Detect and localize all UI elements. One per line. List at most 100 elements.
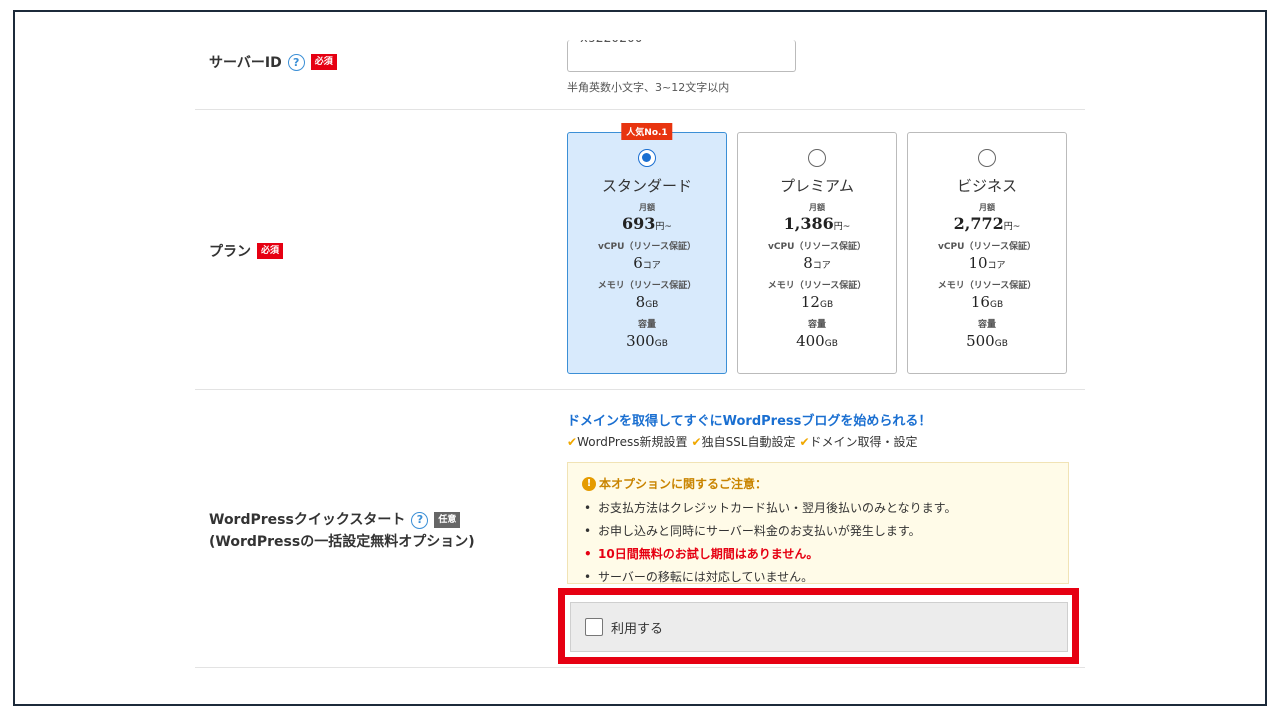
notice-title-row: ! 本オプションに関するご注意：	[582, 475, 1054, 492]
vcpu-value: 6コア	[568, 254, 726, 272]
vcpu-label: vCPU（リソース保証）	[598, 242, 696, 252]
vcpu-unit: コア	[642, 261, 661, 271]
plan-name: スタンダード	[601, 177, 692, 195]
memory-unit: GB	[819, 300, 834, 310]
storage-value: 300GB	[568, 332, 726, 350]
plan-price: 1,386円~	[738, 214, 896, 233]
monthly-label: 月額	[809, 203, 825, 212]
help-icon[interactable]: ?	[287, 53, 305, 71]
use-label[interactable]: 利用する	[611, 618, 663, 637]
row-divider	[195, 667, 1085, 668]
memory-label: メモリ（リソース保証）	[767, 281, 867, 291]
vcpu-value: 8コア	[738, 254, 896, 272]
wp-features: ✔WordPress新規設置 ✔独自SSL自動設定 ✔ドメイン取得・設定	[567, 433, 918, 450]
storage-number: 500	[966, 332, 995, 350]
option-notice: ! 本オプションに関するご注意： お支払方法はクレジットカード払い・翌月後払いの…	[567, 462, 1069, 589]
monthly-label: 月額	[979, 203, 995, 212]
warning-icon: !	[582, 476, 596, 491]
check-icon: ✔	[567, 435, 578, 449]
wp-quickstart-label-group: WordPressクイックスタート ? 任意 (WordPressの一括設定無料…	[209, 509, 475, 553]
storage-value: 400GB	[738, 332, 896, 350]
feature-item: ✔ドメイン取得・設定	[799, 433, 917, 450]
memory-value: 8GB	[568, 293, 726, 311]
price-unit: 円~	[1003, 222, 1021, 232]
server-id-hint: 半角英数小文字、3~12文字以内	[567, 81, 730, 94]
page-frame: サーバーID ? 必須 xs220200 半角英数小文字、3~12文字以内 プラ…	[13, 10, 1267, 706]
storage-number: 300	[626, 332, 655, 350]
plan-price: 693円~	[568, 214, 726, 233]
feature-item: ✔WordPress新規設置	[567, 433, 688, 450]
storage-unit: GB	[994, 339, 1008, 349]
notice-title: 本オプションに関するご注意：	[599, 477, 768, 491]
memory-number: 12	[800, 293, 820, 311]
notice-item: お支払方法はクレジットカード払い・翌月後払いのみとなります。	[582, 497, 1054, 520]
wp-quickstart-label: WordPressクイックスタート	[209, 512, 406, 528]
notice-item: お申し込みと同時にサーバー料金のお支払いが発生します。	[582, 520, 1054, 543]
storage-number: 400	[796, 332, 825, 350]
feature-label: 独自SSL自動設定	[701, 435, 796, 449]
storage-label: 容量	[637, 320, 656, 330]
memory-number: 8	[635, 293, 646, 311]
use-checkbox[interactable]	[585, 618, 603, 636]
row-divider	[195, 109, 1085, 110]
feature-item: ✔独自SSL自動設定	[692, 433, 796, 450]
memory-value: 16GB	[908, 293, 1066, 311]
vcpu-number: 6	[633, 254, 643, 272]
vcpu-number: 10	[968, 254, 988, 272]
server-id-label: サーバーID	[209, 55, 282, 71]
price-value: 1,386	[783, 214, 834, 233]
server-id-label-group: サーバーID ? 必須	[209, 52, 337, 72]
vcpu-unit: コア	[812, 261, 831, 271]
plan-card-standard[interactable]: 人気No.1 スタンダード 月額 693円~ vCPU（リソース保証） 6コア …	[567, 123, 727, 374]
memory-label: メモリ（リソース保証）	[597, 281, 697, 291]
server-id-input[interactable]: xs220200	[567, 40, 796, 72]
feature-label: WordPress新規設置	[577, 435, 688, 449]
required-badge: 必須	[257, 243, 284, 259]
use-option-checkbox-row[interactable]: 利用する	[570, 602, 1068, 652]
popular-tag: 人気No.1	[621, 123, 673, 140]
help-icon[interactable]: ?	[411, 511, 429, 529]
price-unit: 円~	[655, 222, 672, 232]
check-icon: ✔	[799, 435, 810, 449]
plan-radio-premium[interactable]	[808, 149, 826, 167]
feature-label: ドメイン取得・設定	[809, 435, 918, 449]
plan-radio-standard[interactable]	[638, 149, 656, 167]
memory-unit: GB	[989, 300, 1004, 310]
plan-label: プラン	[209, 244, 251, 260]
notice-item-warning: 10日間無料のお試し期間はありません。	[582, 543, 1054, 566]
notice-list: お支払方法はクレジットカード払い・翌月後払いのみとなります。 お申し込みと同時に…	[582, 497, 1054, 589]
row-divider	[195, 389, 1085, 390]
wp-headline: ドメインを取得してすぐにWordPressブログを始められる！	[567, 414, 932, 429]
plan-card-premium[interactable]: プレミアム 月額 1,386円~ vCPU（リソース保証） 8コア メモリ（リソ…	[737, 132, 897, 374]
vcpu-label: vCPU（リソース保証）	[768, 242, 866, 252]
plan-name: プレミアム	[780, 177, 854, 195]
storage-value: 500GB	[908, 332, 1066, 350]
plan-price: 2,772円~	[908, 214, 1066, 233]
storage-label: 容量	[977, 320, 996, 330]
wp-quickstart-sublabel: (WordPressの一括設定無料オプション)	[209, 534, 475, 550]
monthly-label: 月額	[639, 203, 655, 212]
storage-unit: GB	[654, 339, 668, 349]
plan-radio-business[interactable]	[978, 149, 996, 167]
memory-number: 16	[970, 293, 990, 311]
vcpu-number: 8	[803, 254, 813, 272]
plan-name: ビジネス	[956, 177, 1017, 195]
memory-label: メモリ（リソース保証）	[937, 281, 1037, 291]
server-id-input-value: xs220200	[580, 40, 643, 46]
vcpu-label: vCPU（リソース保証）	[938, 242, 1036, 252]
memory-unit: GB	[645, 300, 659, 310]
check-icon: ✔	[691, 435, 702, 449]
price-value: 2,772	[953, 214, 1004, 233]
storage-label: 容量	[807, 320, 826, 330]
notice-item: サーバーの移転には対応していません。	[582, 566, 1054, 589]
storage-unit: GB	[824, 339, 838, 349]
price-value: 693	[622, 214, 656, 233]
required-badge: 必須	[310, 54, 337, 70]
vcpu-value: 10コア	[908, 254, 1066, 272]
optional-badge: 任意	[434, 512, 461, 528]
memory-value: 12GB	[738, 293, 896, 311]
plan-label-group: プラン 必須	[209, 241, 284, 261]
price-unit: 円~	[833, 222, 851, 232]
plan-card-business[interactable]: ビジネス 月額 2,772円~ vCPU（リソース保証） 10コア メモリ（リソ…	[907, 132, 1067, 374]
vcpu-unit: コア	[987, 261, 1006, 271]
